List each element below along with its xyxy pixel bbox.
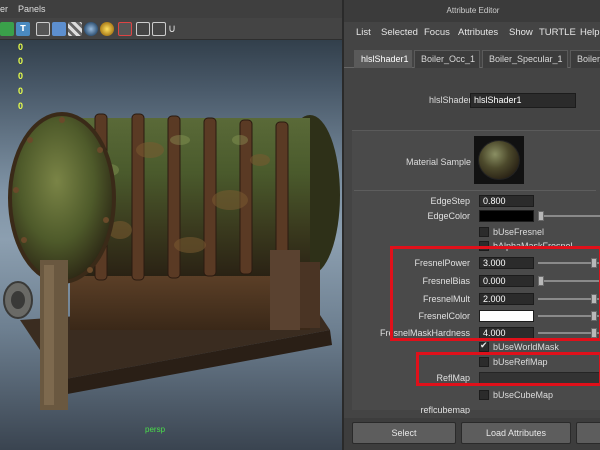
- edge-step-field[interactable]: 0.800: [479, 195, 534, 207]
- edge-color-label: EdgeColor: [427, 211, 470, 221]
- edge-color-slider[interactable]: [538, 211, 600, 221]
- boiler-model[interactable]: [0, 0, 342, 450]
- editor-button-bar: Select Load Attributes: [344, 418, 600, 450]
- menu-list[interactable]: List: [356, 27, 371, 38]
- slider-handle[interactable]: [538, 211, 544, 221]
- tab-boiler-specular[interactable]: Boiler_Specular_1: [482, 50, 568, 68]
- use-cube-map-label: bUseCubeMap: [493, 390, 554, 400]
- copy-tab-button[interactable]: [576, 422, 600, 444]
- camera-label: persp: [145, 425, 166, 434]
- menu-focus[interactable]: Focus: [424, 27, 450, 38]
- menu-attributes[interactable]: Attributes: [458, 27, 498, 38]
- menu-selected[interactable]: Selected: [381, 27, 418, 38]
- fresnel-highlight-box: [390, 246, 600, 341]
- editor-title: Attribute Editor: [344, 0, 600, 22]
- tab-hlslshader1[interactable]: hlslShader1: [354, 50, 412, 68]
- material-sample-sphere: [478, 140, 520, 180]
- shader-label: hlslShader:: [428, 95, 474, 105]
- section-divider: [354, 190, 596, 191]
- tab-boiler-occ[interactable]: Boiler_Occ_1: [414, 50, 480, 68]
- select-button[interactable]: Select: [352, 422, 456, 444]
- load-attributes-button[interactable]: Load Attributes: [461, 422, 571, 444]
- shader-name-row: hlslShader: hlslShader1: [344, 92, 600, 110]
- menu-show[interactable]: Show: [509, 27, 533, 38]
- reflmap-highlight-box: [416, 352, 600, 386]
- menu-turtle[interactable]: TURTLE: [539, 27, 576, 38]
- use-cube-map-checkbox[interactable]: [479, 390, 489, 400]
- tab-boiler-more[interactable]: Boiler_: [570, 50, 600, 68]
- material-sample-label: Material Sample: [406, 157, 472, 167]
- edge-step-label: EdgeStep: [430, 196, 470, 206]
- menu-help[interactable]: Help: [580, 27, 600, 38]
- use-world-mask-checkbox[interactable]: [479, 341, 489, 352]
- use-fresnel-label: bUseFresnel: [493, 227, 545, 237]
- use-world-mask-label: bUseWorldMask: [493, 342, 559, 352]
- refl-cubemap-label: reflcubemap: [420, 405, 470, 414]
- use-fresnel-checkbox[interactable]: [479, 227, 489, 237]
- editor-menubar: List Selected Focus Attributes Show TURT…: [344, 23, 600, 43]
- perspective-viewport[interactable]: er Panels T ∪ 0 0 0 0 0 persp: [0, 0, 342, 450]
- shader-name-field[interactable]: hlslShader1: [470, 93, 576, 108]
- attribute-editor: Attribute Editor List Selected Focus Att…: [342, 0, 600, 450]
- node-tabs: hlslShader1 Boiler_Occ_1 Boiler_Specular…: [344, 50, 600, 68]
- edge-color-swatch[interactable]: [479, 210, 534, 222]
